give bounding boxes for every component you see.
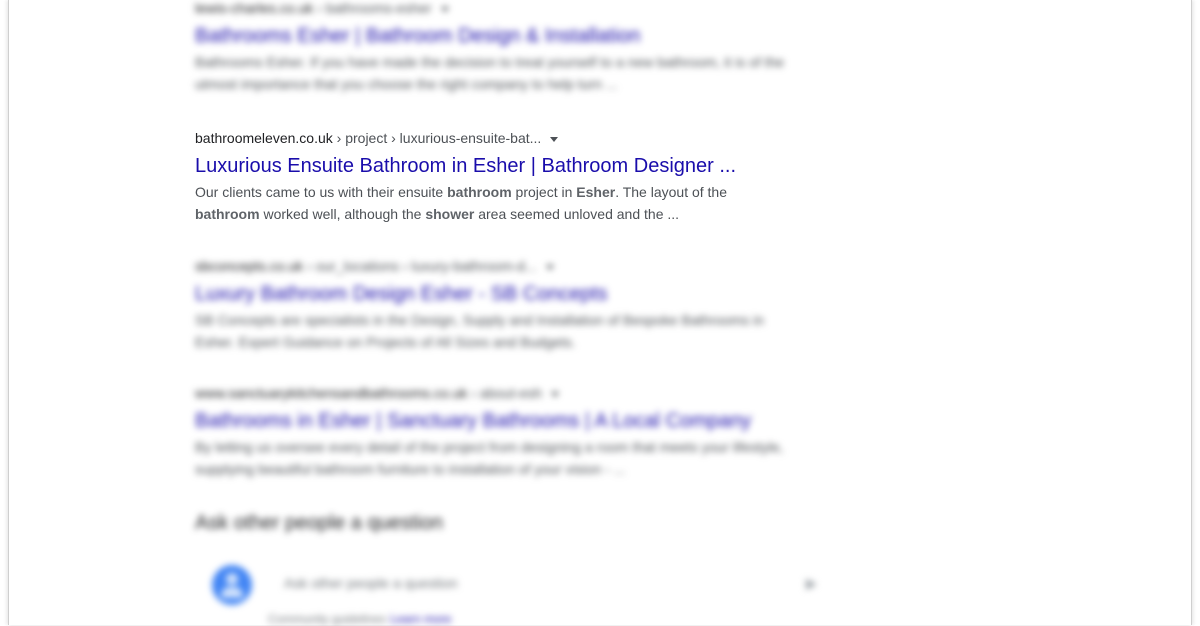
result-snippet: By letting us oversee every detail of th… [195,436,835,480]
result-snippet: Bathrooms Esher. If you have made the de… [195,51,835,95]
snippet-text: area seemed unloved and the ... [474,206,680,222]
search-result: sbconcepts.co.uk › our_locations › luxur… [195,256,835,353]
snippet-highlight: Esher [576,184,616,200]
result-domain: lewis-charles.co.uk [195,0,314,16]
chevron-down-icon[interactable] [551,391,560,397]
chevron-down-icon[interactable] [550,136,559,142]
search-result: www.sanctuarykitchensandbathrooms.co.uk … [195,383,835,480]
snippet-line: utmost importance that you choose the ri… [195,76,618,92]
snippet-line: By letting us oversee every detail of th… [195,439,784,455]
search-result: bathroomeleven.co.uk › project › luxurio… [195,128,835,225]
ask-people-row: Ask other people a question ▶ [212,565,832,605]
result-title-link[interactable]: Luxurious Ensuite Bathroom in Esher | Ba… [195,153,835,179]
result-snippet: Our clients came to us with their ensuit… [195,181,835,225]
search-result: lewis-charles.co.uk › bathrooms-esher Ba… [195,0,835,95]
avatar-head [226,573,238,585]
snippet-line: supplying beautiful bathroom furniture t… [195,461,626,477]
result-url[interactable]: sbconcepts.co.uk › our_locations › luxur… [195,256,835,276]
result-snippet: SB Concepts are specialists in the Desig… [195,309,835,353]
snippet-line: Esher. Expert Guidance on Projects of Al… [195,334,576,350]
footer-text: Community guidelines [268,612,387,626]
snippet-line: SB Concepts are specialists in the Desig… [195,312,764,328]
result-title-link[interactable]: Luxury Bathroom Design Esher - SB Concep… [195,281,835,307]
result-path: › project › luxurious-ensuite-bat... [332,130,542,146]
result-domain: www.sanctuarykitchensandbathrooms.co.uk [195,385,468,401]
result-title-link[interactable]: Bathrooms in Esher | Sanctuary Bathrooms… [195,408,835,434]
snippet-text: project in [511,184,577,200]
result-url[interactable]: lewis-charles.co.uk › bathrooms-esher [195,0,835,18]
result-path: › bathrooms-esher [313,0,432,16]
result-path: › about-esh [467,385,543,401]
person-avatar-icon [212,565,252,605]
ask-people-heading: Ask other people a question [195,512,443,534]
result-path: › our_locations › luxury-bathroom-d... [303,258,537,274]
result-domain: sbconcepts.co.uk [195,258,304,274]
snippet-line: Bathrooms Esher. If you have made the de… [195,54,785,70]
chevron-down-icon[interactable] [440,6,449,12]
avatar-body [221,587,243,598]
snippet-highlight: bathroom [195,206,260,222]
learn-more-link[interactable]: Learn more [390,612,451,626]
snippet-text: Our clients came to us with their ensuit… [195,184,448,200]
snippet-text: worked well, although the [259,206,426,222]
ask-question-input[interactable]: Ask other people a question [284,575,458,591]
snippet-line: Our clients came to us with their ensuit… [195,181,835,203]
snippet-text: . The layout of the [615,184,728,200]
result-domain: bathroomeleven.co.uk [195,130,333,146]
ask-people-footer: Community guidelines Learn more [268,612,451,626]
snippet-highlight: shower [425,206,475,222]
send-icon[interactable]: ▶ [806,575,817,592]
snippet-highlight: bathroom [447,184,512,200]
result-url[interactable]: www.sanctuarykitchensandbathrooms.co.uk … [195,383,835,403]
result-title-link[interactable]: Bathrooms Esher | Bathroom Design & Inst… [195,23,835,49]
chevron-down-icon[interactable] [545,264,554,270]
snippet-line: bathroom worked well, although the showe… [195,203,835,225]
result-url[interactable]: bathroomeleven.co.uk › project › luxurio… [195,128,835,148]
